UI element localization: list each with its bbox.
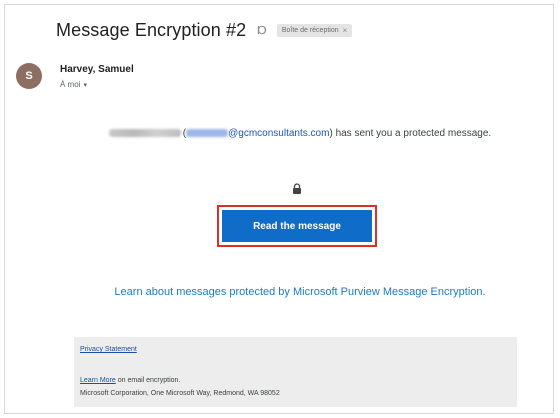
protected-message-notice: (@gcmconsultants.com) has sent you a pro… bbox=[90, 127, 510, 140]
sender-email-domain: @gcmconsultants.com bbox=[228, 128, 330, 139]
inbox-label-text: Boîte de réception bbox=[281, 26, 339, 34]
sender-name[interactable]: Harvey, Samuel bbox=[60, 64, 134, 75]
redacted-email-alias bbox=[186, 129, 229, 138]
remove-label-icon[interactable]: × bbox=[343, 26, 348, 35]
importance-marker-icon[interactable]: Ɒ bbox=[257, 24, 267, 37]
footer-learn-line: Learn More on email encryption. bbox=[80, 377, 180, 384]
read-the-message-button[interactable]: Read the message bbox=[222, 210, 372, 242]
learn-more-link[interactable]: Learn More bbox=[80, 377, 116, 384]
recipient-line[interactable]: À moi ▾ bbox=[60, 80, 87, 89]
subject-row: Message Encryption #2 Ɒ Boîte de récepti… bbox=[56, 16, 353, 44]
lock-icon bbox=[293, 183, 301, 194]
sender-email-link[interactable]: @gcmconsultants.com bbox=[186, 128, 329, 139]
recipient-details-chevron-icon[interactable]: ▾ bbox=[83, 81, 87, 89]
learn-about-encryption-link[interactable]: Learn about messages protected by Micros… bbox=[110, 285, 490, 300]
footer-address: Microsoft Corporation, One Microsoft Way… bbox=[80, 390, 280, 397]
privacy-statement-link[interactable]: Privacy Statement bbox=[80, 346, 137, 353]
redacted-sender-name bbox=[108, 129, 181, 138]
learn-more-tail: on email encryption. bbox=[115, 377, 181, 384]
footer-panel: Privacy Statement Learn More on email en… bbox=[74, 337, 517, 407]
inbox-label-chip[interactable]: Boîte de réception × bbox=[276, 23, 353, 37]
email-close-paren: ) bbox=[329, 128, 333, 139]
email-subject: Message Encryption #2 bbox=[56, 19, 247, 40]
sender-avatar[interactable]: S bbox=[16, 63, 42, 89]
recipient-label: À moi bbox=[60, 80, 81, 89]
message-tail-text: has sent you a protected message. bbox=[335, 128, 492, 139]
